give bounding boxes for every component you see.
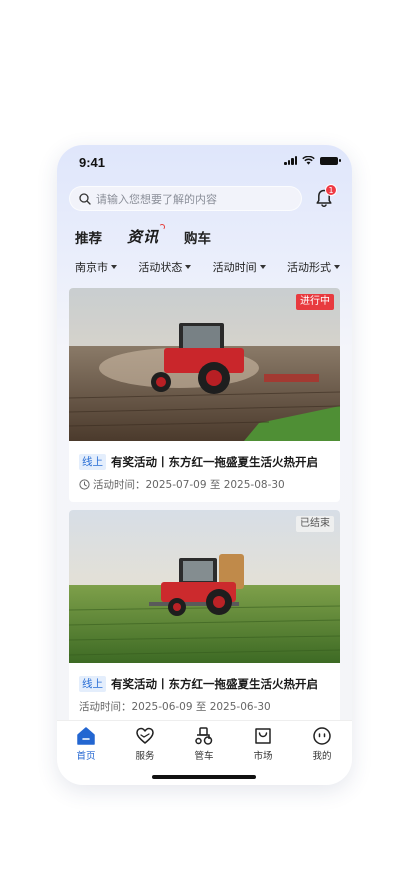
caret-down-icon	[333, 265, 340, 269]
status-icons	[284, 156, 341, 165]
notification-badge: 1	[325, 184, 337, 196]
nav-vehicle[interactable]: 管车	[184, 726, 224, 762]
search-input[interactable]: 请输入您想要了解的内容	[69, 186, 302, 211]
home-icon	[77, 727, 95, 745]
filter-time-label: 活动时间	[212, 261, 257, 274]
phone-screen: 9:41 请输入您想要了解的内容 1 推荐 资讯 购车 南京市 活动状态 活动时…	[57, 145, 352, 785]
clock-icon	[79, 479, 90, 490]
card-time-row: 活动时间： 2025-07-09 至 2025-08-30	[79, 477, 340, 492]
active-tab-mark	[159, 224, 166, 230]
search-placeholder: 请输入您想要了解的内容	[96, 192, 217, 206]
activity-card[interactable]: 已结束 线上 有奖活动丨东方红一拖盛夏生活火热开启 活动时间： 2025-06-…	[69, 510, 340, 730]
wifi-icon	[302, 156, 315, 165]
tab-news-label: 资讯	[127, 228, 160, 246]
card-title: 有奖活动丨东方红一拖盛夏生活火热开启	[111, 677, 318, 691]
nav-service[interactable]: 服务	[125, 726, 165, 762]
card-image-red-tractor: 进行中	[69, 288, 340, 441]
nav-home[interactable]: 首页	[66, 726, 106, 762]
tab-buy-car[interactable]: 购车	[184, 227, 211, 247]
filter-time[interactable]: 活动时间	[213, 259, 266, 275]
online-tag: 线上	[79, 454, 106, 470]
filter-format[interactable]: 活动形式	[287, 259, 340, 275]
tractor-icon	[195, 727, 213, 745]
signal-icon	[284, 156, 297, 165]
filter-city[interactable]: 南京市	[75, 259, 117, 275]
card-time-row: 活动时间： 2025-06-09 至 2025-06-30	[79, 699, 340, 714]
profile-icon	[313, 727, 331, 745]
heart-hand-icon	[136, 727, 154, 744]
card-title-row: 线上 有奖活动丨东方红一拖盛夏生活火热开启	[79, 676, 340, 692]
online-tag: 线上	[79, 676, 106, 692]
caret-down-icon	[111, 265, 117, 269]
search-icon	[79, 192, 91, 205]
card-title: 有奖活动丨东方红一拖盛夏生活火热开启	[111, 455, 318, 469]
shopping-bag-icon	[255, 728, 271, 744]
filter-status[interactable]: 活动状态	[138, 259, 192, 275]
filter-bar: 南京市 活动状态 活动时间 活动形式	[75, 259, 340, 275]
nav-label: 管车	[194, 751, 214, 762]
time-range: 2025-06-09 至 2025-06-30	[131, 701, 271, 713]
nav-label: 首页	[76, 751, 96, 762]
nav-label: 我的	[312, 751, 332, 762]
status-bar: 9:41	[57, 145, 352, 179]
nav-label: 市场	[253, 751, 273, 762]
status-badge: 已结束	[296, 516, 334, 532]
bottom-nav: 首页 服务 管车 市场 我的	[57, 720, 352, 785]
nav-profile[interactable]: 我的	[302, 726, 342, 762]
battery-icon	[320, 156, 341, 165]
tab-recommend[interactable]: 推荐	[75, 227, 102, 247]
card-image-field-tractor: 已结束	[69, 510, 340, 663]
filter-format-label: 活动形式	[286, 261, 331, 274]
tab-news[interactable]: 资讯	[127, 224, 166, 247]
nav-label: 服务	[135, 751, 155, 762]
status-badge: 进行中	[296, 294, 334, 310]
activity-card[interactable]: 进行中 线上 有奖活动丨东方红一拖盛夏生活火热开启 活动时间： 2025-07-…	[69, 288, 340, 502]
category-tabs: 推荐 资讯 购车	[75, 223, 236, 247]
filter-status-label: 活动状态	[138, 261, 183, 274]
nav-market[interactable]: 市场	[243, 726, 283, 762]
caret-down-icon	[259, 265, 266, 269]
time-range: 2025-07-09 至 2025-08-30	[145, 479, 285, 491]
status-time: 9:41	[79, 155, 106, 170]
home-indicator	[152, 775, 256, 779]
card-title-row: 线上 有奖活动丨东方红一拖盛夏生活火热开启	[79, 454, 340, 470]
time-label: 活动时间：	[79, 701, 132, 713]
time-label: 活动时间：	[93, 479, 146, 491]
filter-city-label: 南京市	[75, 261, 108, 274]
caret-down-icon	[185, 265, 192, 269]
